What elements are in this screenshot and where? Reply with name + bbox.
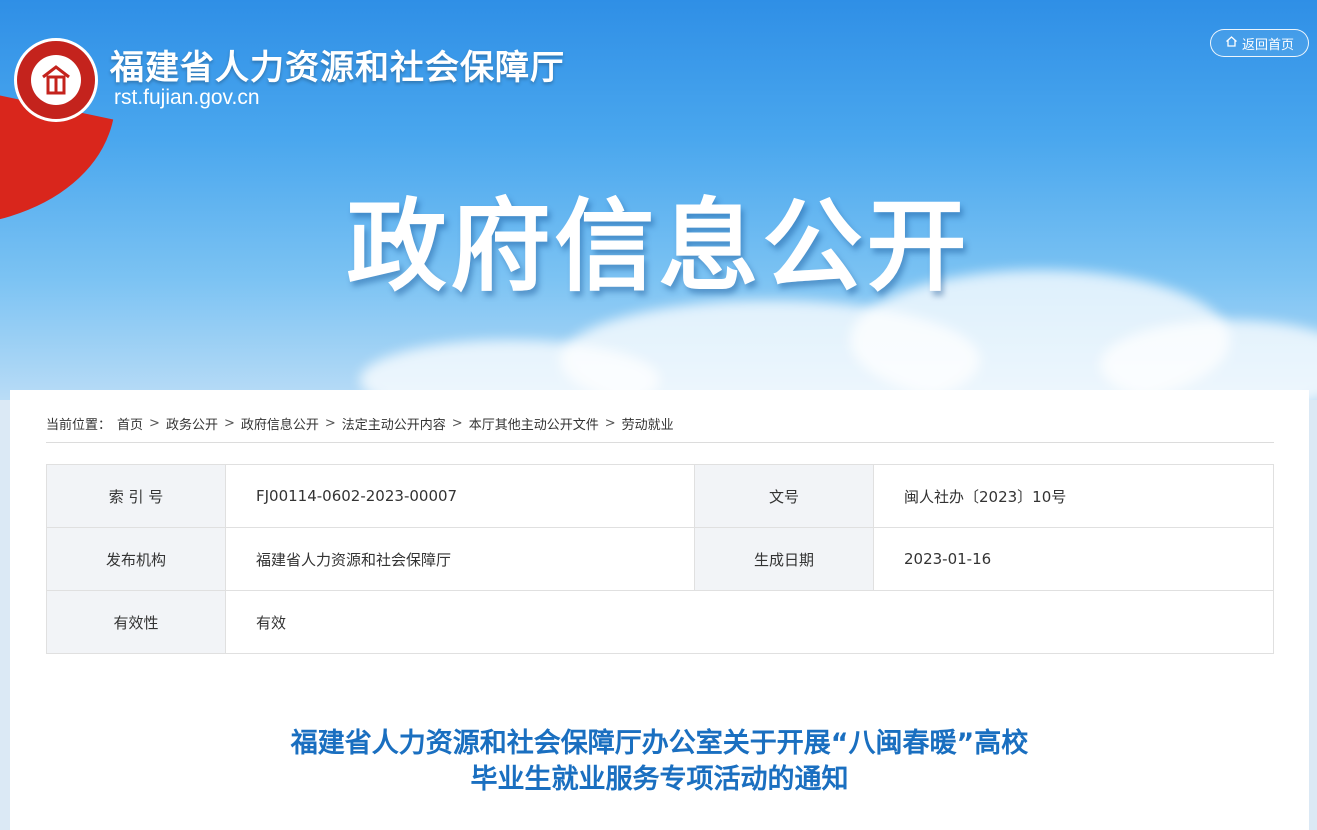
document-title-line: 毕业生就业服务专项活动的通知 <box>470 764 849 795</box>
breadcrumb-item-other-files[interactable]: 本厅其他主动公开文件 <box>469 414 599 433</box>
breadcrumb-divider <box>46 442 1274 443</box>
table-row: 发布机构 福建省人力资源和社会保障厅 生成日期 2023-01-16 <box>46 527 1274 591</box>
breadcrumb: 当前位置： 首页 > 政务公开 > 政府信息公开 > 法定主动公开内容 > 本厅… <box>46 414 674 433</box>
document-number-value: 闽人社办〔2023〕10号 <box>873 464 1274 528</box>
validity-value: 有效 <box>225 590 1274 654</box>
document-number-label: 文号 <box>694 464 874 528</box>
header-banner: 福建省人力资源和社会保障厅 rst.fujian.gov.cn 返回首页 政府信… <box>0 0 1317 400</box>
breadcrumb-item-info-disclosure[interactable]: 政府信息公开 <box>241 414 319 433</box>
publisher-label: 发布机构 <box>46 527 226 591</box>
breadcrumb-separator: > <box>604 416 616 431</box>
breadcrumb-prefix: 当前位置： <box>46 418 112 433</box>
hero-title: 政府信息公开 <box>346 188 971 305</box>
breadcrumb-separator: > <box>324 416 336 431</box>
site-domain: rst.fujian.gov.cn <box>114 86 260 109</box>
breadcrumb-separator: > <box>223 416 235 431</box>
back-home-label: 返回首页 <box>1241 37 1294 53</box>
creation-date-value: 2023-01-16 <box>873 527 1274 591</box>
table-row: 索 引 号 FJ00114-0602-2023-00007 文号 闽人社办〔20… <box>46 464 1274 528</box>
document-metadata-table: 索 引 号 FJ00114-0602-2023-00007 文号 闽人社办〔20… <box>46 464 1274 654</box>
breadcrumb-item-statutory[interactable]: 法定主动公开内容 <box>342 414 446 433</box>
breadcrumb-item-labor-employment[interactable]: 劳动就业 <box>622 414 674 433</box>
breadcrumb-item-home[interactable]: 首页 <box>117 414 143 433</box>
breadcrumb-item-government-affairs[interactable]: 政务公开 <box>166 414 218 433</box>
publisher-value: 福建省人力资源和社会保障厅 <box>225 527 695 591</box>
site-name: 福建省人力资源和社会保障厅 <box>110 48 565 88</box>
table-row: 有效性 有效 <box>46 590 1274 654</box>
breadcrumb-separator: > <box>149 416 160 431</box>
breadcrumb-separator: > <box>451 416 463 431</box>
home-icon <box>1225 35 1238 52</box>
back-home-button[interactable]: 返回首页 <box>1210 29 1309 57</box>
logo-emblem-icon <box>31 55 81 105</box>
validity-label: 有效性 <box>46 590 226 654</box>
index-number-value: FJ00114-0602-2023-00007 <box>225 464 695 528</box>
main-content: 当前位置： 首页 > 政务公开 > 政府信息公开 > 法定主动公开内容 > 本厅… <box>10 390 1309 830</box>
document-title: 福建省人力资源和社会保障厅办公室关于开展“八闽春暖”高校 毕业生就业服务专项活动… <box>10 726 1309 798</box>
index-number-label: 索 引 号 <box>46 464 226 528</box>
document-title-line: 福建省人力资源和社会保障厅办公室关于开展“八闽春暖”高校 <box>290 728 1029 759</box>
creation-date-label: 生成日期 <box>694 527 874 591</box>
site-logo[interactable] <box>14 38 98 122</box>
